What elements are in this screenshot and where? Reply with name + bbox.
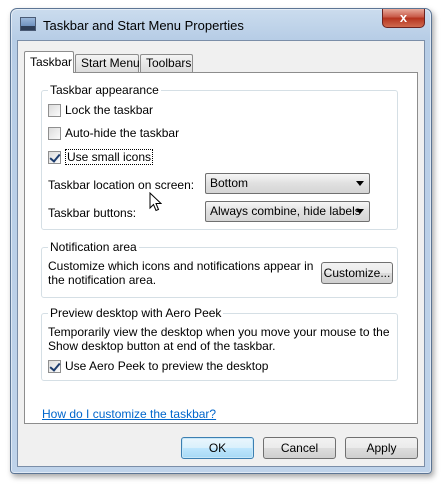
autohide-taskbar-row[interactable]: Auto-hide the taskbar <box>48 126 179 140</box>
aero-peek-group: Preview desktop with Aero Peek Temporari… <box>41 306 398 381</box>
dialog-body: Taskbar Start Menu Toolbars Taskbar appe… <box>17 40 425 467</box>
taskbar-buttons-value: Always combine, hide labels <box>210 204 361 218</box>
taskbar-location-value: Bottom <box>210 176 249 190</box>
apply-button[interactable]: Apply <box>345 437 418 459</box>
title-bar[interactable]: Taskbar and Start Menu Properties x <box>11 9 431 41</box>
small-icons-checkbox[interactable] <box>48 150 61 164</box>
lock-taskbar-label: Lock the taskbar <box>65 103 154 117</box>
taskbar-tab-panel: Taskbar appearance Lock the taskbar Auto… <box>24 72 418 424</box>
use-aero-peek-label: Use Aero Peek to preview the desktop <box>65 359 269 373</box>
chevron-down-icon <box>356 181 364 186</box>
notification-area-description: Customize which icons and notifications … <box>48 259 314 287</box>
tab-start-menu[interactable]: Start Menu <box>75 54 140 72</box>
chevron-down-icon <box>356 209 364 214</box>
small-icons-label: Use small icons <box>65 149 154 165</box>
mouse-cursor-icon <box>149 192 162 212</box>
notification-area-group: Notification area Customize which icons … <box>41 240 398 298</box>
small-icons-row[interactable]: Use small icons <box>48 149 154 165</box>
properties-window: Taskbar and Start Menu Properties x Task… <box>10 8 432 474</box>
lock-taskbar-checkbox[interactable] <box>48 103 61 117</box>
tab-toolbars[interactable]: Toolbars <box>140 54 193 72</box>
group-label-aero-peek: Preview desktop with Aero Peek <box>48 306 224 320</box>
customize-button[interactable]: Customize... <box>321 262 393 284</box>
taskbar-location-dropdown[interactable]: Bottom <box>205 173 370 194</box>
cancel-button[interactable]: Cancel <box>263 437 336 459</box>
taskbar-properties-icon <box>20 17 36 31</box>
autohide-taskbar-checkbox[interactable] <box>48 126 61 140</box>
group-label-notification-area: Notification area <box>48 240 139 254</box>
lock-taskbar-row[interactable]: Lock the taskbar <box>48 103 153 117</box>
use-aero-peek-row[interactable]: Use Aero Peek to preview the desktop <box>48 359 268 373</box>
taskbar-location-label: Taskbar location on screen: <box>48 178 195 192</box>
taskbar-buttons-label: Taskbar buttons: <box>48 206 137 220</box>
autohide-taskbar-label: Auto-hide the taskbar <box>65 126 180 140</box>
close-button[interactable]: x <box>382 9 425 28</box>
taskbar-buttons-dropdown[interactable]: Always combine, hide labels <box>205 201 370 222</box>
tab-taskbar[interactable]: Taskbar <box>24 51 74 73</box>
help-link[interactable]: How do I customize the taskbar? <box>42 407 216 421</box>
aero-peek-description: Temporarily view the desktop when you mo… <box>48 325 390 353</box>
taskbar-appearance-group: Taskbar appearance Lock the taskbar Auto… <box>41 83 398 230</box>
ok-button[interactable]: OK <box>181 437 254 459</box>
group-label-taskbar-appearance: Taskbar appearance <box>48 83 161 97</box>
use-aero-peek-checkbox[interactable] <box>48 359 61 373</box>
window-title: Taskbar and Start Menu Properties <box>43 18 244 33</box>
